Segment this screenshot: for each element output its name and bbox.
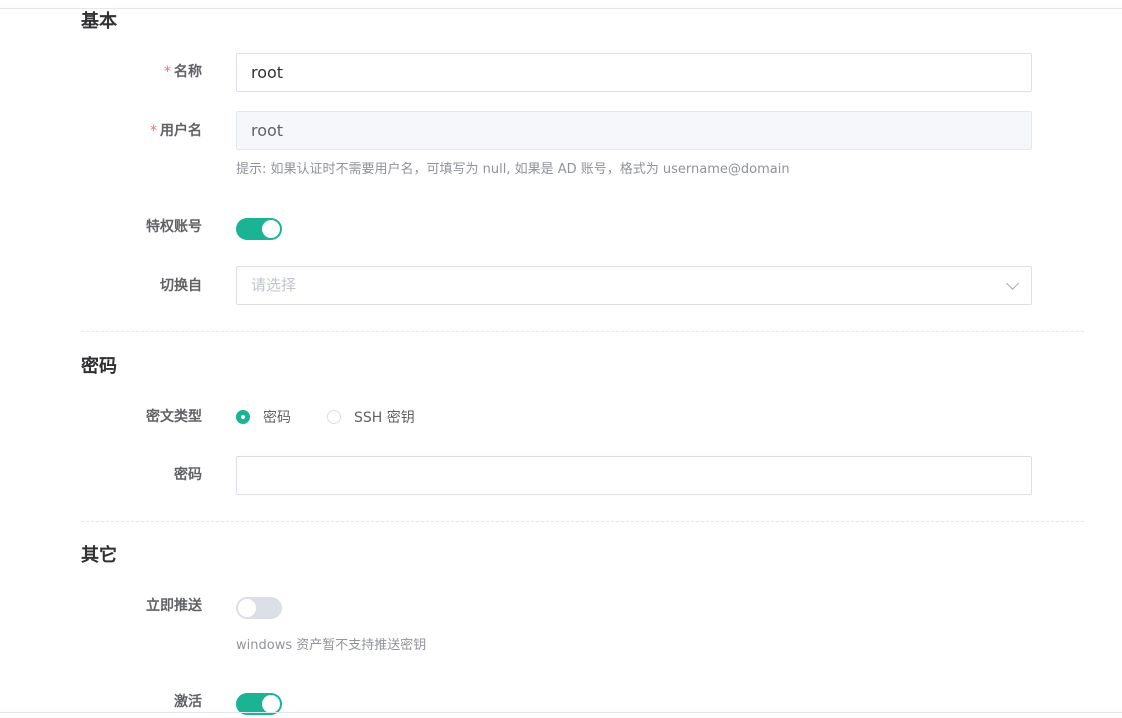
account-form: 基本 * 名称 root * 用户名 root 提示: 如果认证时不需要用户名，可填… (0, 0, 1122, 718)
push-now-switch[interactable] (236, 597, 282, 619)
username-input-value: root (251, 121, 284, 140)
radio-ssh-key[interactable]: SSH 密钥 (327, 407, 415, 427)
su-from-placeholder: 请选择 (251, 276, 297, 294)
push-now-hint: windows 资产暂不支持推送密钥 (236, 638, 427, 653)
password-label: 密码 (174, 467, 202, 483)
section-divider (81, 331, 1084, 332)
section-title-basic: 基本 (81, 11, 117, 32)
radio-checked-icon (236, 410, 250, 424)
su-from-label: 切换自 (160, 278, 202, 294)
username-hint: 提示: 如果认证时不需要用户名，可填写为 null, 如果是 AD 账号，格式为… (236, 162, 790, 177)
bottom-border (0, 712, 1122, 713)
section-title-password: 密码 (81, 356, 117, 377)
name-label-text: 名称 (174, 64, 202, 80)
required-mark: * (164, 64, 171, 80)
radio-unchecked-icon (327, 410, 341, 424)
switch-knob (238, 599, 256, 617)
switch-knob (262, 220, 280, 238)
top-border (0, 8, 1122, 9)
switch-knob (262, 695, 280, 713)
password-input[interactable] (236, 456, 1032, 495)
section-title-other: 其它 (81, 545, 117, 566)
privileged-label: 特权账号 (146, 219, 202, 235)
username-label-text: 用户名 (160, 123, 202, 139)
username-input[interactable]: root (236, 111, 1032, 150)
secret-type-label: 密文类型 (146, 409, 202, 425)
privileged-switch[interactable] (236, 218, 282, 240)
su-from-select[interactable]: 请选择 (236, 266, 1032, 305)
name-input-value: root (251, 63, 284, 82)
section-divider (81, 521, 1084, 522)
name-input[interactable]: root (236, 53, 1032, 92)
name-label: * 名称 (164, 62, 202, 82)
radio-password-label: 密码 (263, 410, 291, 426)
active-label: 激活 (174, 694, 202, 710)
required-mark: * (150, 123, 157, 139)
username-label: * 用户名 (150, 121, 202, 141)
push-now-label: 立即推送 (146, 598, 202, 614)
radio-ssh-key-label: SSH 密钥 (354, 410, 415, 426)
radio-password[interactable]: 密码 (236, 407, 291, 427)
chevron-down-icon (1006, 277, 1019, 290)
